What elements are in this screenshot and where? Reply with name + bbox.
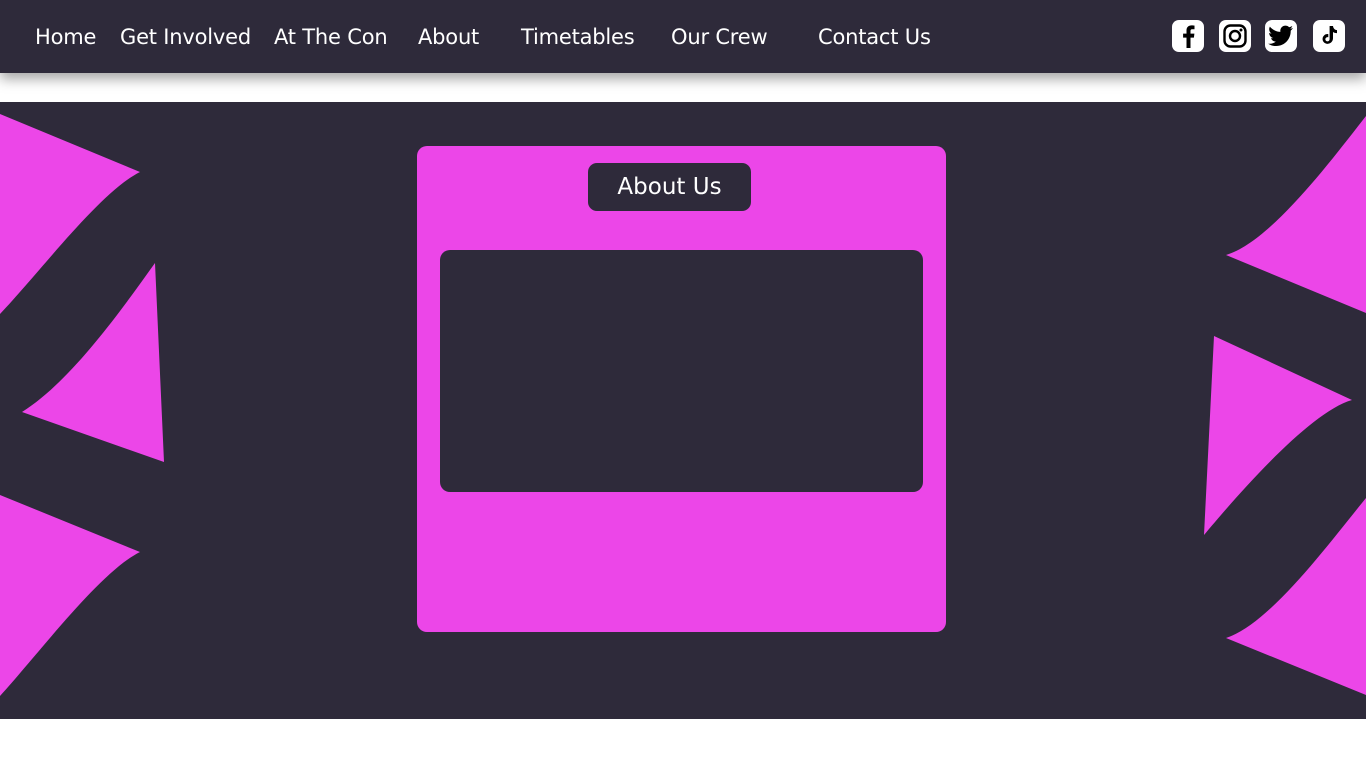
about-title: About Us	[588, 163, 751, 211]
left-triangle-bottom	[0, 495, 140, 696]
left-triangle-middle	[22, 263, 164, 462]
tiktok-icon[interactable]	[1313, 20, 1345, 52]
right-triangle-bottom	[1226, 498, 1366, 695]
nav-timetables[interactable]: Timetables	[521, 22, 635, 52]
instagram-icon[interactable]	[1219, 20, 1251, 52]
nav-home[interactable]: Home	[35, 22, 96, 52]
nav-contact-us[interactable]: Contact Us	[818, 22, 931, 52]
hero-section: About Us	[0, 102, 1366, 719]
right-triangle-top	[1226, 116, 1366, 313]
left-triangle-top	[0, 114, 140, 314]
about-card: About Us	[417, 146, 946, 632]
twitter-icon[interactable]	[1265, 20, 1297, 52]
top-navigation-bar: Home Get Involved At The Con About Timet…	[0, 0, 1366, 73]
nav-get-involved[interactable]: Get Involved	[120, 22, 251, 52]
right-triangle-middle	[1204, 336, 1352, 535]
nav-about[interactable]: About	[418, 22, 479, 52]
nav-our-crew[interactable]: Our Crew	[671, 22, 768, 52]
facebook-icon[interactable]	[1172, 20, 1204, 52]
nav-at-the-con[interactable]: At The Con	[274, 22, 388, 52]
about-content-box	[440, 250, 923, 492]
